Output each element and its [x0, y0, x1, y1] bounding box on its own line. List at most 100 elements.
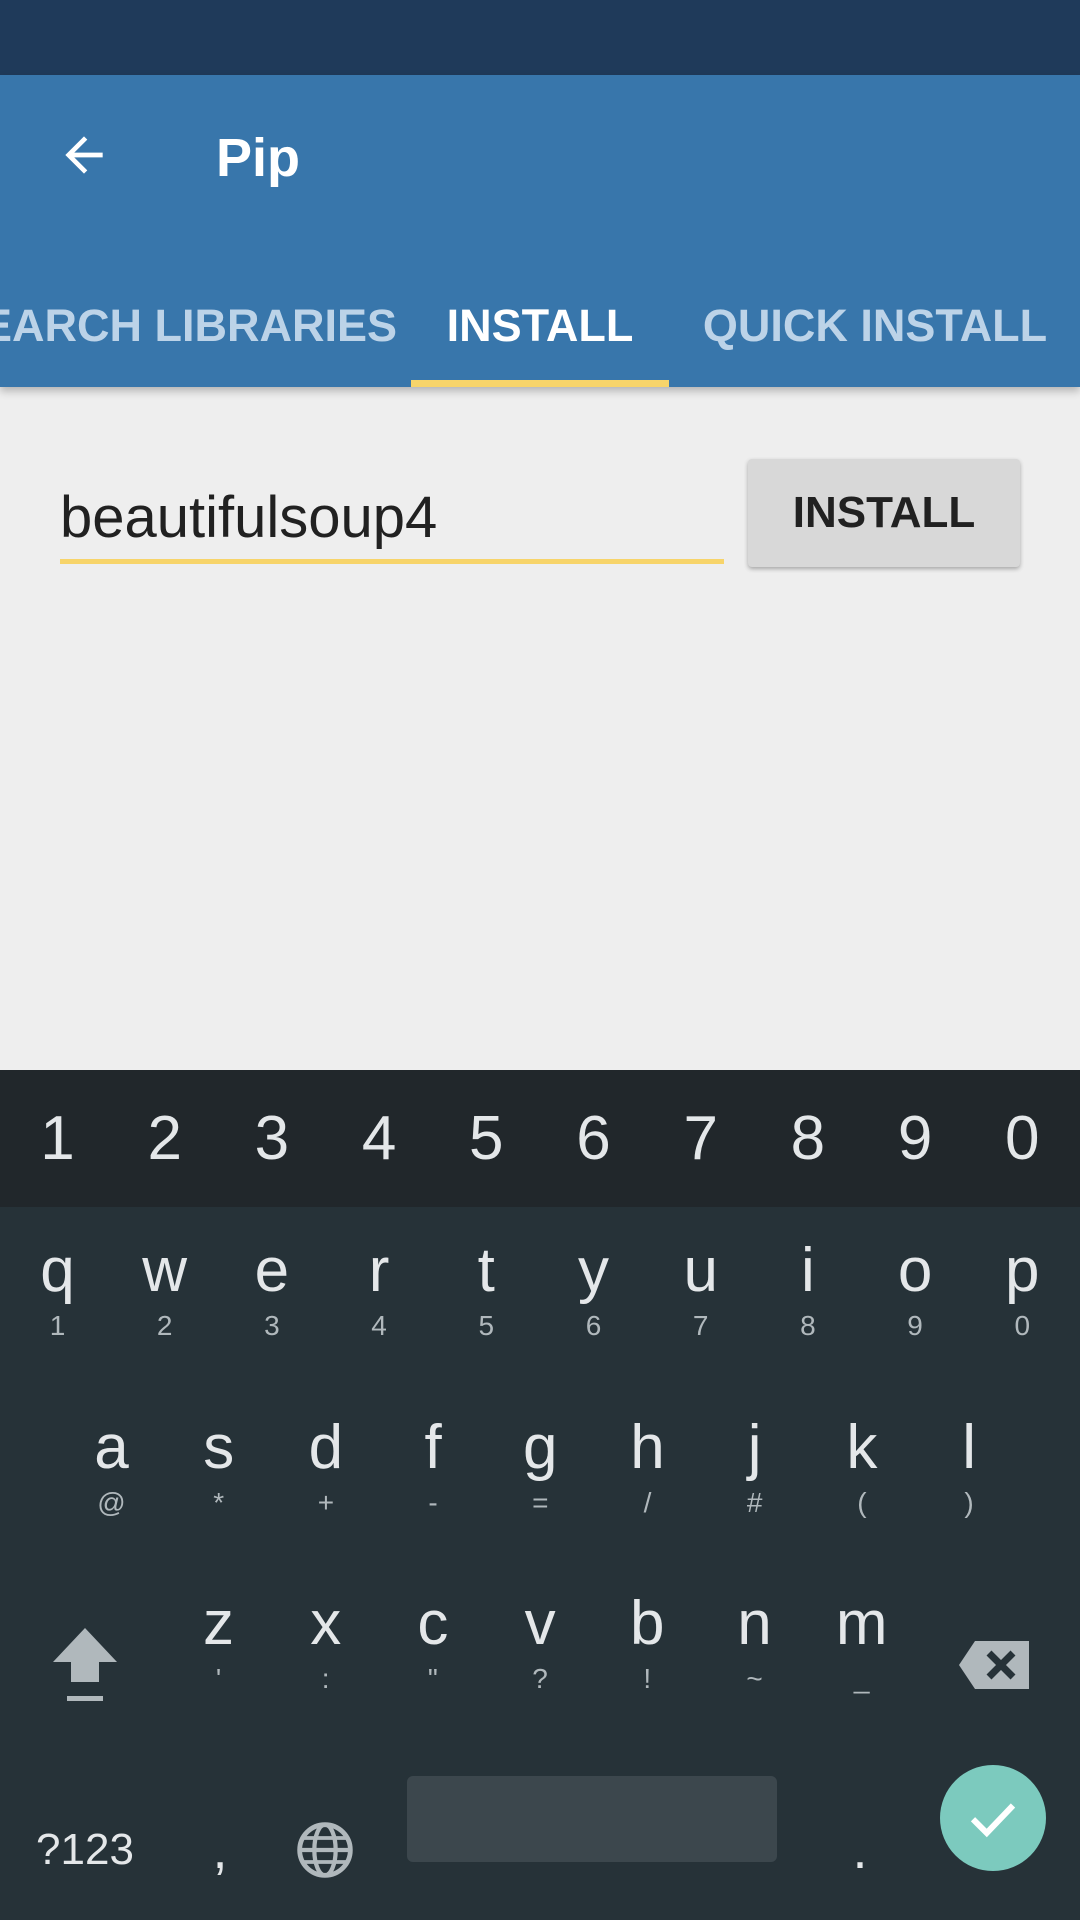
- letter-key[interactable]: j #: [701, 1417, 808, 1577]
- key-secondary-label: +: [317, 1487, 335, 1518]
- letter-key[interactable]: f-: [380, 1417, 487, 1577]
- key-label: s: [203, 1413, 235, 1482]
- key-label: k: [846, 1413, 878, 1482]
- key-secondary-label: :: [321, 1663, 330, 1694]
- tab-bar: EARCH LIBRARIES INSTALL QUICK INSTALL: [0, 265, 1080, 387]
- letter-key[interactable]: v?: [487, 1593, 594, 1753]
- letter-key[interactable]: h /: [594, 1417, 701, 1577]
- letter-key[interactable]: p0: [969, 1240, 1076, 1400]
- back-button[interactable]: [44, 115, 124, 195]
- back-arrow-icon: [65, 136, 103, 174]
- space-key[interactable]: [407, 1776, 777, 1862]
- number-key[interactable]: 5: [433, 1070, 540, 1207]
- key-label: b: [630, 1589, 665, 1658]
- number-row: 1234567890: [0, 1070, 1080, 1207]
- comma-key[interactable]: ,: [170, 1800, 270, 1900]
- key-label: m: [835, 1589, 888, 1658]
- letter-key[interactable]: k(: [808, 1417, 915, 1577]
- key-secondary-label: *: [213, 1487, 225, 1518]
- letter-key[interactable]: u7: [647, 1240, 754, 1400]
- key-secondary-label: ): [964, 1487, 974, 1518]
- key-label: j: [747, 1413, 762, 1482]
- shift-arrow-icon: [53, 1628, 117, 1701]
- enter-key[interactable]: [940, 1765, 1046, 1871]
- letter-key[interactable]: w2: [111, 1240, 218, 1400]
- key-secondary-label: 0: [1014, 1310, 1031, 1341]
- key-label: x: [310, 1589, 342, 1658]
- letter-key[interactable]: r4: [326, 1240, 433, 1400]
- letter-key[interactable]: o9: [862, 1240, 969, 1400]
- key-label: o: [897, 1236, 933, 1305]
- key-secondary-label: ": [427, 1663, 438, 1694]
- shift-key[interactable]: [30, 1600, 140, 1730]
- number-key[interactable]: 3: [218, 1070, 325, 1207]
- key-label: w: [142, 1236, 188, 1305]
- letter-key[interactable]: e3: [218, 1240, 325, 1400]
- key-label: y: [578, 1236, 609, 1305]
- letter-key[interactable]: g =: [487, 1417, 594, 1577]
- tab-install[interactable]: INSTALL: [411, 265, 669, 387]
- number-key[interactable]: 7: [647, 1070, 754, 1207]
- key-secondary-label: /: [643, 1487, 652, 1518]
- page-title: Pip: [216, 128, 301, 188]
- letter-key[interactable]: m _: [808, 1593, 915, 1753]
- app-bar: Pip EARCH LIBRARIES INSTALL QUICK INSTAL…: [0, 75, 1080, 387]
- letter-key[interactable]: y6: [540, 1240, 647, 1400]
- active-tab-indicator: [411, 380, 669, 387]
- key-secondary-label: 3: [264, 1310, 280, 1341]
- key-secondary-label: 9: [907, 1310, 923, 1341]
- symbols-key[interactable]: ?123: [20, 1800, 150, 1900]
- letter-key[interactable]: s *: [165, 1417, 272, 1577]
- key-label: f: [424, 1413, 442, 1482]
- key-secondary-label: @: [97, 1487, 126, 1518]
- key-label: u: [683, 1236, 718, 1305]
- number-key[interactable]: 4: [326, 1070, 433, 1207]
- key-label: n: [737, 1589, 772, 1658]
- letter-key[interactable]: a @: [58, 1417, 165, 1577]
- key-secondary-label: (: [857, 1487, 867, 1518]
- key-label: z: [203, 1589, 234, 1658]
- key-label: c: [417, 1589, 449, 1658]
- key-label: r: [368, 1236, 390, 1305]
- key-label: g: [523, 1413, 558, 1482]
- letter-key[interactable]: c ": [379, 1593, 486, 1753]
- letter-key[interactable]: i8: [754, 1240, 861, 1400]
- key-secondary-label: 4: [371, 1310, 387, 1341]
- number-key[interactable]: 0: [969, 1070, 1076, 1207]
- install-panel: INSTALL: [0, 387, 1080, 1070]
- tab-quick-install[interactable]: QUICK INSTALL: [700, 265, 1050, 387]
- key-secondary-label: ?: [532, 1663, 548, 1694]
- backspace-key[interactable]: [940, 1600, 1050, 1730]
- key-secondary-label: ': [215, 1663, 222, 1694]
- letter-key[interactable]: x:: [272, 1593, 379, 1753]
- number-key[interactable]: 2: [111, 1070, 218, 1207]
- key-label: e: [254, 1236, 290, 1305]
- key-label: i: [801, 1236, 815, 1305]
- letter-key[interactable]: z ': [165, 1593, 272, 1753]
- number-key[interactable]: 6: [540, 1070, 647, 1207]
- key-label: h: [630, 1413, 665, 1482]
- letter-key[interactable]: q1: [4, 1240, 111, 1400]
- letter-key[interactable]: t5: [433, 1240, 540, 1400]
- letter-key[interactable]: b!: [594, 1593, 701, 1753]
- letter-key[interactable]: n ~: [701, 1593, 808, 1753]
- package-input-wrapper: [60, 477, 724, 564]
- install-button[interactable]: INSTALL: [748, 459, 1020, 567]
- globe-icon: [297, 1822, 353, 1878]
- tab-search-libraries[interactable]: EARCH LIBRARIES: [0, 265, 397, 387]
- letter-key[interactable]: d +: [272, 1417, 379, 1577]
- period-key[interactable]: .: [810, 1800, 910, 1900]
- key-secondary-label: #: [746, 1487, 763, 1518]
- key-secondary-label: 5: [478, 1310, 495, 1341]
- key-secondary-label: 1: [49, 1310, 66, 1341]
- key-secondary-label: -: [428, 1487, 438, 1518]
- key-label: p: [1005, 1236, 1040, 1305]
- language-key[interactable]: [270, 1800, 380, 1900]
- key-label: q: [40, 1236, 75, 1305]
- number-key[interactable]: 1: [4, 1070, 111, 1207]
- letter-key[interactable]: l): [916, 1417, 1023, 1577]
- number-key[interactable]: 8: [754, 1070, 861, 1207]
- number-key[interactable]: 9: [862, 1070, 969, 1207]
- package-name-input[interactable]: [60, 477, 720, 557]
- soft-keyboard: 1234567890 q 1 w 2 e 3 r 4 t 5 y 6 u 7 i 8 o 9 p 0 a @ s * d + f - g…: [0, 1070, 1080, 1920]
